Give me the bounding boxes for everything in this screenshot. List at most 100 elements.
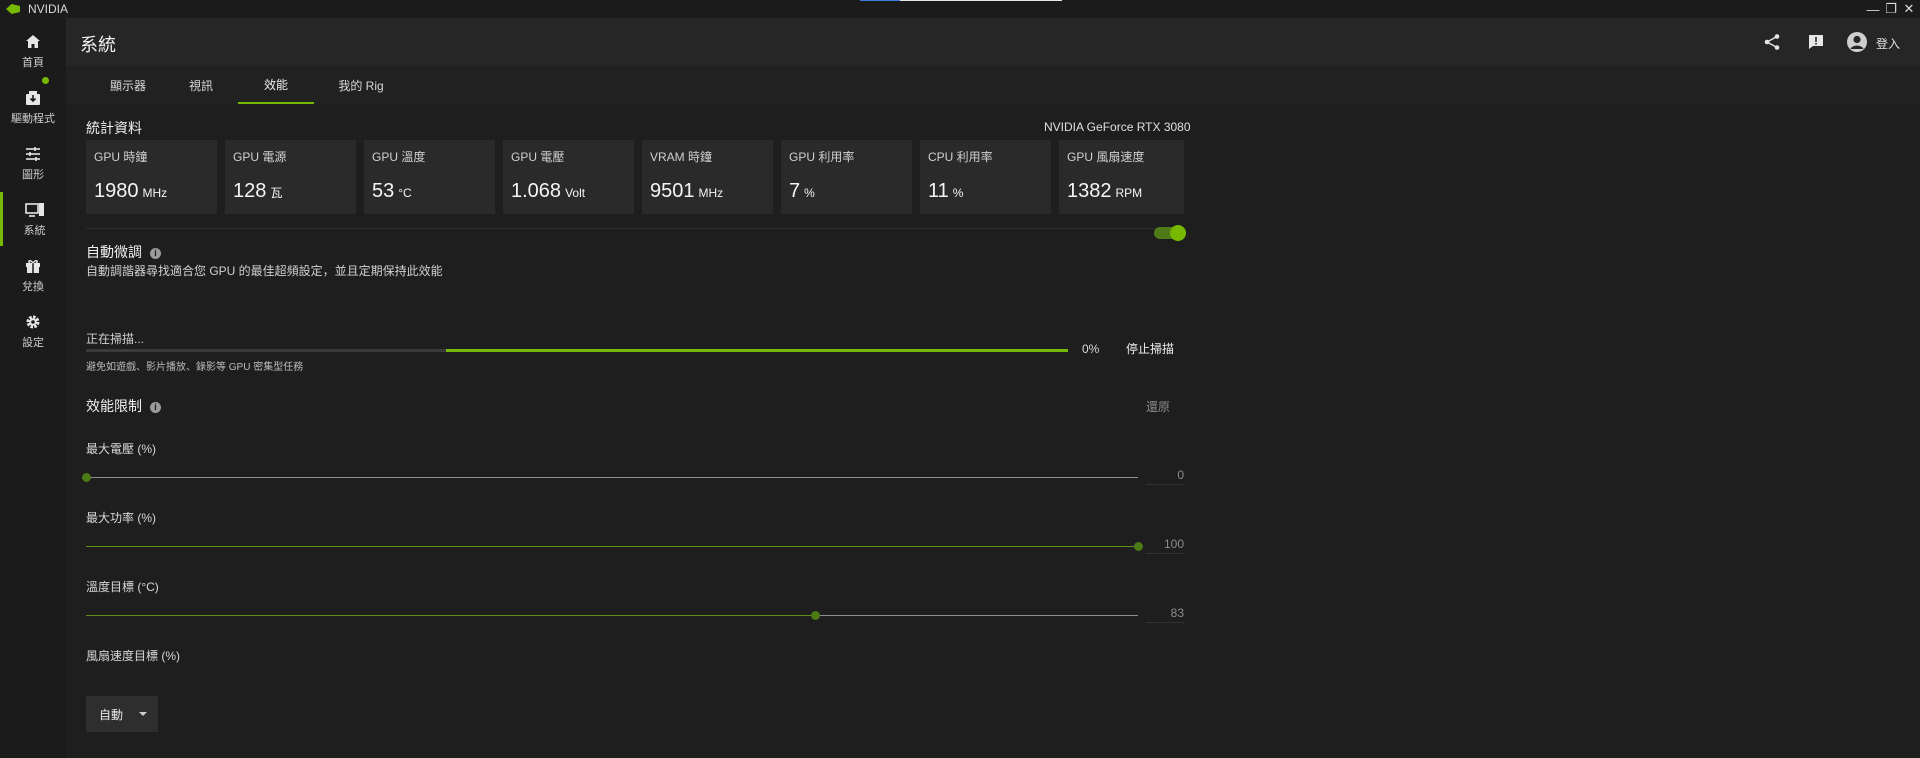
stat-value: 7% [789, 180, 815, 202]
section-divider [86, 228, 1184, 229]
chevron-down-icon [139, 712, 148, 716]
max-power-value[interactable]: 100 [1146, 537, 1184, 554]
max-voltage-slider[interactable] [82, 473, 1138, 482]
sliders-icon [23, 144, 43, 164]
info-icon[interactable]: i [150, 401, 161, 413]
stat-card-gpu-utilization: GPU 利用率 7% [781, 140, 912, 214]
stat-label: GPU 電壓 [511, 150, 565, 164]
stat-card-cpu-utilization: CPU 利用率 11% [920, 140, 1051, 214]
title-accent-line [860, 0, 900, 1]
nvidia-logo-icon [6, 4, 20, 14]
gift-icon [23, 256, 43, 276]
stat-card-vram-clock: VRAM 時鐘 9501 MHz [642, 140, 773, 214]
sidebar-item-label: 設定 [22, 337, 44, 349]
stat-value: 53 °C [372, 180, 412, 202]
slider-handle[interactable] [82, 473, 91, 482]
close-button[interactable]: ✕ [1900, 0, 1918, 18]
slider-handle[interactable] [811, 611, 820, 620]
sidebar-item-label: 首頁 [22, 57, 44, 69]
progress-scanned [86, 349, 446, 352]
tab-video[interactable]: 視訊 [168, 66, 234, 104]
stat-value: 11% [928, 180, 964, 202]
scan-progress-bar [86, 349, 1068, 352]
stat-label: GPU 溫度 [372, 150, 426, 164]
stat-card-gpu-fan-speed: GPU 風扇速度 1382 RPM [1059, 140, 1184, 214]
gpu-name: NVIDIA GeForce RTX 3080 [1044, 120, 1191, 134]
page-title: 系統 [80, 35, 116, 55]
system-icon [24, 200, 45, 220]
restore-button[interactable]: ❐ [1882, 0, 1900, 18]
max-voltage-label: 最大電壓 (%) [86, 442, 156, 456]
login-button[interactable]: 登入 [1876, 35, 1900, 52]
page-header: 系統 登入 [66, 18, 1920, 66]
tab-bar: 顯示器 視訊 效能 我的 Rig [66, 66, 1920, 105]
stat-card-gpu-voltage: GPU 電壓 1.068 Volt [503, 140, 634, 214]
sidebar-item-label: 圖形 [22, 169, 44, 181]
stat-value: 1382 RPM [1067, 180, 1143, 202]
stat-card-gpu-power: GPU 電源 128 瓦 [225, 140, 356, 214]
max-voltage-value[interactable]: 0 [1146, 468, 1184, 485]
sidebar-item-label: 系統 [23, 225, 46, 237]
title-accent-line-light [900, 0, 1062, 1]
slider-fill [86, 615, 815, 616]
temp-target-slider[interactable] [86, 611, 1138, 620]
sidebar-item-redeem[interactable]: 兌換 [0, 248, 66, 302]
sidebar-item-settings[interactable]: 設定 [0, 304, 66, 358]
auto-tune-title: 自動微調 i [86, 242, 161, 262]
sidebar-item-home[interactable]: 首頁 [0, 24, 66, 78]
stat-label: CPU 利用率 [928, 150, 993, 164]
stat-value: 9501 MHz [650, 180, 724, 202]
stat-label: GPU 風扇速度 [1067, 150, 1145, 164]
scan-progress-percent: 0% [1082, 342, 1100, 356]
fan-speed-dropdown[interactable]: 自動 [86, 696, 158, 732]
scan-status-label: 正在掃描... [86, 332, 145, 346]
temp-target-label: 溫度目標 (°C) [86, 580, 159, 594]
feedback-icon[interactable] [1806, 32, 1826, 52]
gear-icon [23, 312, 43, 332]
slider-handle[interactable] [1134, 542, 1143, 551]
stat-card-gpu-temp: GPU 溫度 53 °C [364, 140, 495, 214]
stat-label: GPU 利用率 [789, 150, 855, 164]
tab-my-rig[interactable]: 我的 Rig [318, 66, 404, 104]
dropdown-value: 自動 [99, 707, 124, 722]
performance-limits-title: 效能限制 i [86, 396, 161, 416]
stat-label: GPU 時鐘 [94, 150, 148, 164]
performance-content: 統計資料 NVIDIA GeForce RTX 3080 GPU 時鐘 1980… [66, 104, 1920, 758]
stat-value: 1.068 Volt [511, 180, 586, 202]
info-icon[interactable]: i [150, 247, 161, 259]
toggle-knob [1170, 225, 1186, 241]
app-name: NVIDIA [28, 2, 69, 16]
stats-title: 統計資料 [86, 120, 142, 136]
fan-speed-target-label: 風扇速度目標 (%) [86, 649, 180, 663]
stat-value: 128 瓦 [233, 180, 283, 202]
auto-tune-toggle[interactable] [1154, 225, 1186, 241]
home-icon [23, 32, 43, 52]
update-badge-icon [42, 77, 49, 84]
stop-scan-button[interactable]: 停止掃描 [1126, 340, 1174, 357]
stat-value: 1980 MHz [94, 180, 168, 202]
slider-fill [86, 546, 1138, 547]
sidebar-item-label: 兌換 [22, 281, 44, 293]
tab-performance[interactable]: 效能 [238, 66, 314, 104]
auto-tune-description: 自動調諧器尋找適合您 GPU 的最佳超頻設定，並且定期保持此效能 [86, 264, 443, 278]
max-power-slider[interactable] [86, 542, 1143, 551]
title-bar: NVIDIA — ❐ ✕ [0, 0, 1920, 18]
sidebar-item-drivers[interactable]: 驅動程式 [0, 80, 66, 134]
stat-label: VRAM 時鐘 [650, 150, 713, 164]
stat-label: GPU 電源 [233, 150, 287, 164]
sidebar-item-system[interactable]: 系統 [0, 192, 66, 246]
progress-fill [446, 349, 1068, 352]
sidebar-item-graphics[interactable]: 圖形 [0, 136, 66, 190]
sidebar-item-label: 驅動程式 [11, 113, 55, 125]
stat-card-gpu-clock: GPU 時鐘 1980 MHz [86, 140, 217, 214]
temp-target-value[interactable]: 83 [1146, 606, 1184, 623]
driver-icon [23, 88, 43, 108]
max-power-label: 最大功率 (%) [86, 511, 156, 525]
share-icon[interactable] [1762, 32, 1782, 52]
scan-hint: 避免如遊戲、影片播放、錄影等 GPU 密集型任務 [86, 362, 304, 373]
user-avatar-icon[interactable] [1846, 31, 1868, 53]
tab-display[interactable]: 顯示器 [88, 66, 168, 104]
restore-button[interactable]: 還原 [1146, 398, 1170, 415]
minimize-button[interactable]: — [1864, 0, 1882, 18]
main-panel: 系統 登入 顯示器 視訊 效能 我的 Rig 統計資料 NVIDIA GeFor… [66, 18, 1920, 758]
